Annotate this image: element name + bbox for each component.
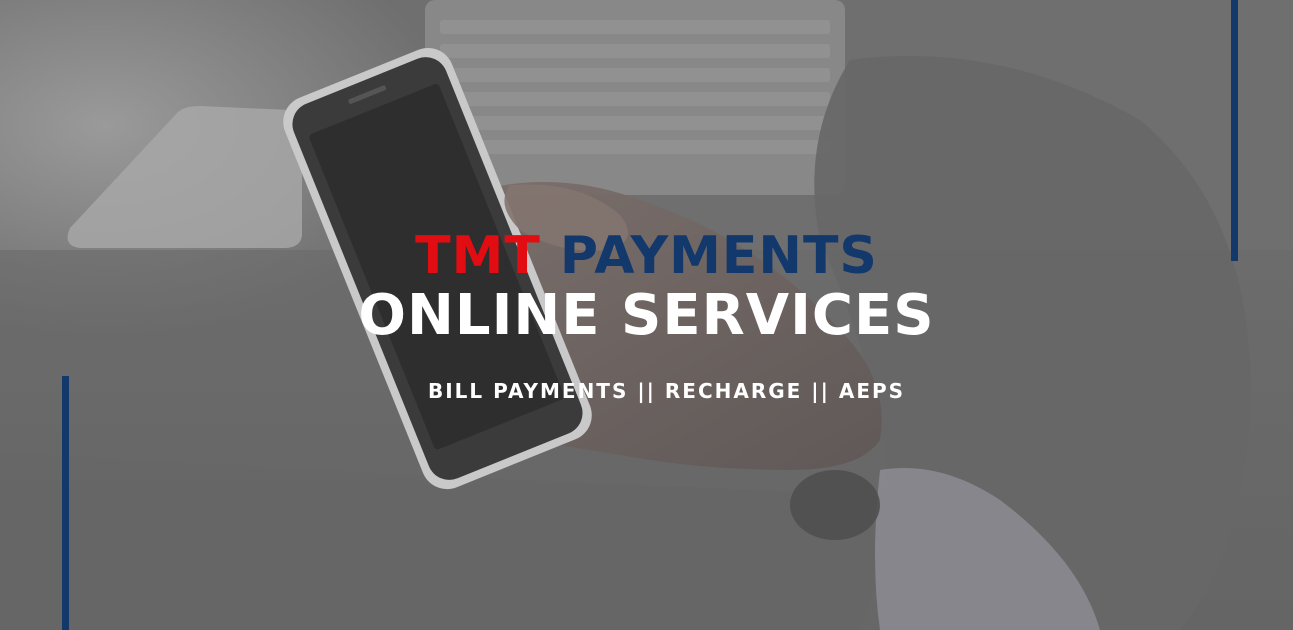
accent-bar-left	[62, 376, 69, 630]
services-tagline: BILL PAYMENTS || RECHARGE || AEPS	[428, 379, 906, 403]
services-title: ONLINE SERVICES	[358, 283, 935, 348]
hero-banner: TMT PAYMENTS ONLINE SERVICES BILL PAYMEN…	[0, 0, 1293, 630]
brand-headline: TMT PAYMENTS	[0, 226, 1293, 286]
wrist-watch	[790, 470, 880, 540]
accent-bar-right	[1231, 0, 1238, 261]
brand-name-first: TMT	[415, 226, 541, 286]
brand-name-second: PAYMENTS	[559, 226, 878, 286]
